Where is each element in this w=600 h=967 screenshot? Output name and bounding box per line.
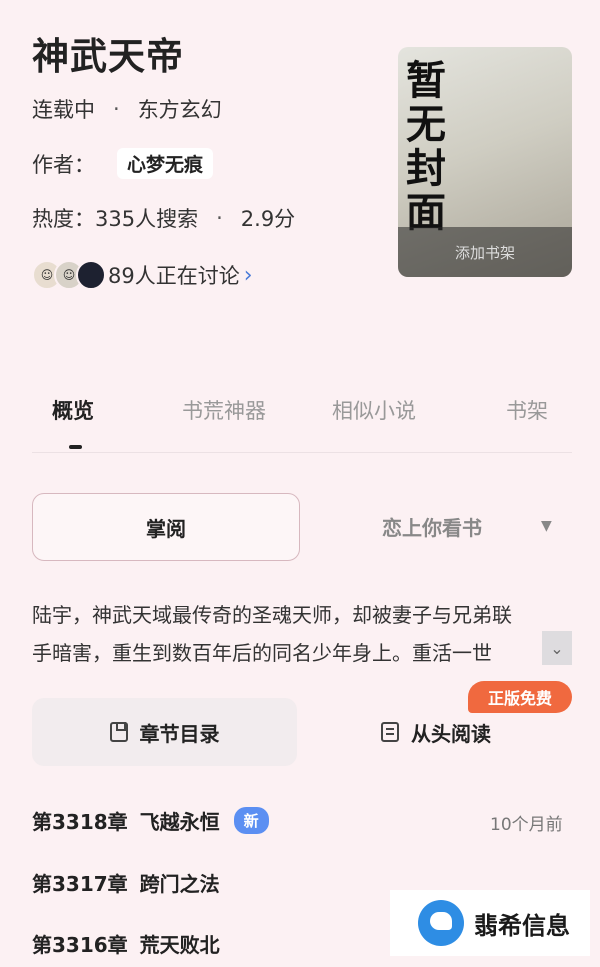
watermark-text: 翡希信息 [474,910,570,940]
chapter-title: 飞越永恒 [139,810,220,834]
author-name[interactable]: 心梦无痕 [117,148,214,179]
source-select[interactable]: 恋上你看书 [382,512,482,541]
discussing-count: 89人正在讨论 [108,264,240,288]
synopsis-line: 手暗害，重生到数百年后的同名少年身上。重活一世 [32,641,492,665]
book-status: 连载中 [32,98,95,122]
toc-button[interactable]: 章节目录 [32,698,297,766]
cover-char: 暂 [406,57,446,104]
add-shelf-overlay[interactable]: 添加书架 [398,227,572,277]
book-cover[interactable]: 暂 无 封 面 添加书架 [398,47,572,277]
toc-label: 章节目录 [139,721,220,746]
heat-row: 热度：335人搜索 · 2.9分 [32,203,295,233]
chapter-item[interactable]: 第3316章 荒天败北 [32,929,220,958]
cover-char: 封 [406,145,446,192]
avatar [76,260,106,290]
chapter-title: 荒天败北 [139,933,220,957]
discussion-link[interactable]: ☺ ☺ 89人正在讨论 › [32,260,253,290]
book-score: 2.9分 [240,207,296,231]
expand-chevron-icon[interactable]: ⌄ [542,631,572,665]
tab-active-indicator [69,445,82,449]
read-label: 从头阅读 [411,721,491,746]
separator-dot: · [113,97,120,121]
tab-similar-novels[interactable]: 相似小说 [332,395,416,425]
document-icon [381,722,399,742]
book-genre[interactable]: 东方玄幻 [138,94,222,124]
cover-char: 无 [406,101,446,148]
source-current-button[interactable]: 掌阅 [32,493,300,561]
cover-placeholder-text: 暂 无 封 面 [406,59,446,235]
watermark-logo-icon [418,900,464,946]
bookmark-icon [109,722,128,742]
book-detail-page: 神武天帝 连载中 · 东方玄幻 作者： 心梦无痕 热度：335人搜索 · 2.9… [0,0,600,967]
book-title: 神武天帝 [32,35,184,78]
tab-bookshelf[interactable]: 书架 [506,395,548,425]
avatar-group: ☺ ☺ [32,260,106,290]
chapter-title: 跨门之法 [139,872,220,896]
add-shelf-button[interactable]: 添加书架 [455,242,515,263]
author-row: 作者： 心梦无痕 [32,148,214,179]
chapter-number: 第3318章 [32,810,128,834]
status-row: 连载中 · 东方玄幻 [32,94,222,124]
new-badge: 新 [233,807,269,834]
synopsis: 陆宇，神武天域最传奇的圣魂天师，却被妻子与兄弟联 手暗害，重生到数百年后的同名少… [32,596,572,672]
chapter-number: 第3316章 [32,933,128,957]
chapter-item[interactable]: 第3318章 飞越永恒 新 [32,806,269,835]
separator-dot: · [216,206,223,230]
synopsis-line: 陆宇，神武天域最传奇的圣魂天师，却被妻子与兄弟联 [32,603,512,627]
chapter-number: 第3317章 [32,872,128,896]
caret-down-icon[interactable]: ▼ [541,518,552,534]
chapter-time: 10个月前 [490,815,563,835]
tab-bar: 概览 书荒神器 相似小说 书架 [0,395,600,435]
chevron-right-icon: › [243,262,253,288]
divider [32,452,572,453]
chapter-item[interactable]: 第3317章 跨门之法 [32,868,220,897]
heat-text: 热度：335人搜索 [32,207,199,231]
tab-overview[interactable]: 概览 [52,395,94,425]
author-label: 作者： [32,152,95,177]
tab-book-finder[interactable]: 书荒神器 [182,395,266,425]
watermark: 翡希信息 [390,890,590,956]
free-badge: 正版免费 [468,681,572,713]
